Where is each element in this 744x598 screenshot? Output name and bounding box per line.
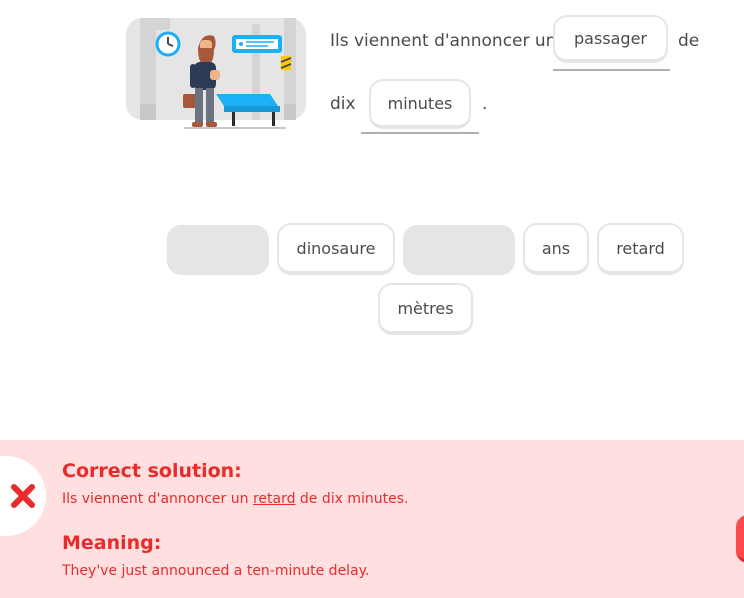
meaning-text: They've just announced a ten-minute dela…	[62, 563, 370, 579]
solution-heading: Correct solution:	[62, 460, 242, 482]
word-bank-empty-slot-1	[167, 225, 269, 275]
word-bank-chip-dinosaure[interactable]: dinosaure	[277, 223, 395, 275]
answer-chip-2[interactable]: minutes	[369, 79, 471, 129]
solution-text: Ils viennent d'annoncer un retard de dix…	[62, 491, 409, 507]
incorrect-feedback-banner: Correct solution: Ils viennent d'annonce…	[0, 440, 744, 598]
solution-highlight: retard	[252, 491, 296, 507]
answer-slot-1-underline	[553, 69, 670, 71]
incorrect-badge	[0, 456, 46, 536]
word-bank-chip-metres[interactable]: mètres	[378, 283, 473, 335]
prompt-period: .	[482, 94, 488, 114]
answer-chip-1[interactable]: passager	[553, 15, 668, 63]
word-bank-chip-retard[interactable]: retard	[597, 223, 684, 275]
answer-slot-2-underline	[361, 132, 479, 134]
prompt-text-line1: Ils viennent d'annoncer un	[330, 31, 556, 51]
continue-button[interactable]	[736, 515, 744, 563]
word-bank-chip-ans[interactable]: ans	[523, 223, 589, 275]
close-icon	[11, 484, 35, 508]
train-station-illustration	[126, 16, 306, 130]
meaning-heading: Meaning:	[62, 532, 162, 554]
prompt-text-start: Ils viennent d'annoncer un	[330, 31, 557, 51]
answer-chip-2-label: minutes	[387, 93, 453, 113]
word-bank-empty-slot-2	[403, 225, 515, 275]
prompt-text-connector: de	[678, 31, 700, 51]
prompt-text-line2: dix	[330, 94, 356, 114]
answer-chip-1-label: passager	[573, 28, 647, 48]
